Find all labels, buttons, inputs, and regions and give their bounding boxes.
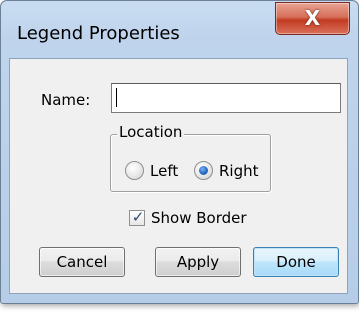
close-button[interactable]: X (275, 2, 350, 35)
close-icon: X (304, 6, 321, 30)
dialog-client-area: Name: Location Left Right ✓ Show Border … (9, 58, 348, 294)
location-left-label[interactable]: Left (150, 162, 178, 180)
text-caret (116, 88, 117, 107)
window-title: Legend Properties (17, 23, 180, 44)
radio-selected-dot (199, 166, 208, 175)
done-button[interactable]: Done (253, 247, 339, 277)
name-input[interactable] (111, 83, 341, 113)
show-border-checkbox[interactable]: ✓ (129, 208, 145, 226)
cancel-button[interactable]: Cancel (39, 247, 125, 277)
show-border-label[interactable]: Show Border (151, 209, 247, 227)
location-left-radio[interactable] (125, 161, 144, 180)
apply-button[interactable]: Apply (155, 247, 241, 277)
location-group-label: Location (117, 123, 185, 141)
legend-properties-dialog: Legend Properties X Name: Location Left … (0, 0, 359, 304)
checkmark-icon: ✓ (131, 208, 145, 226)
location-right-radio[interactable] (194, 161, 213, 180)
title-bar[interactable]: Legend Properties X (1, 1, 358, 59)
location-right-label[interactable]: Right (219, 162, 259, 180)
name-label: Name: (41, 91, 91, 109)
